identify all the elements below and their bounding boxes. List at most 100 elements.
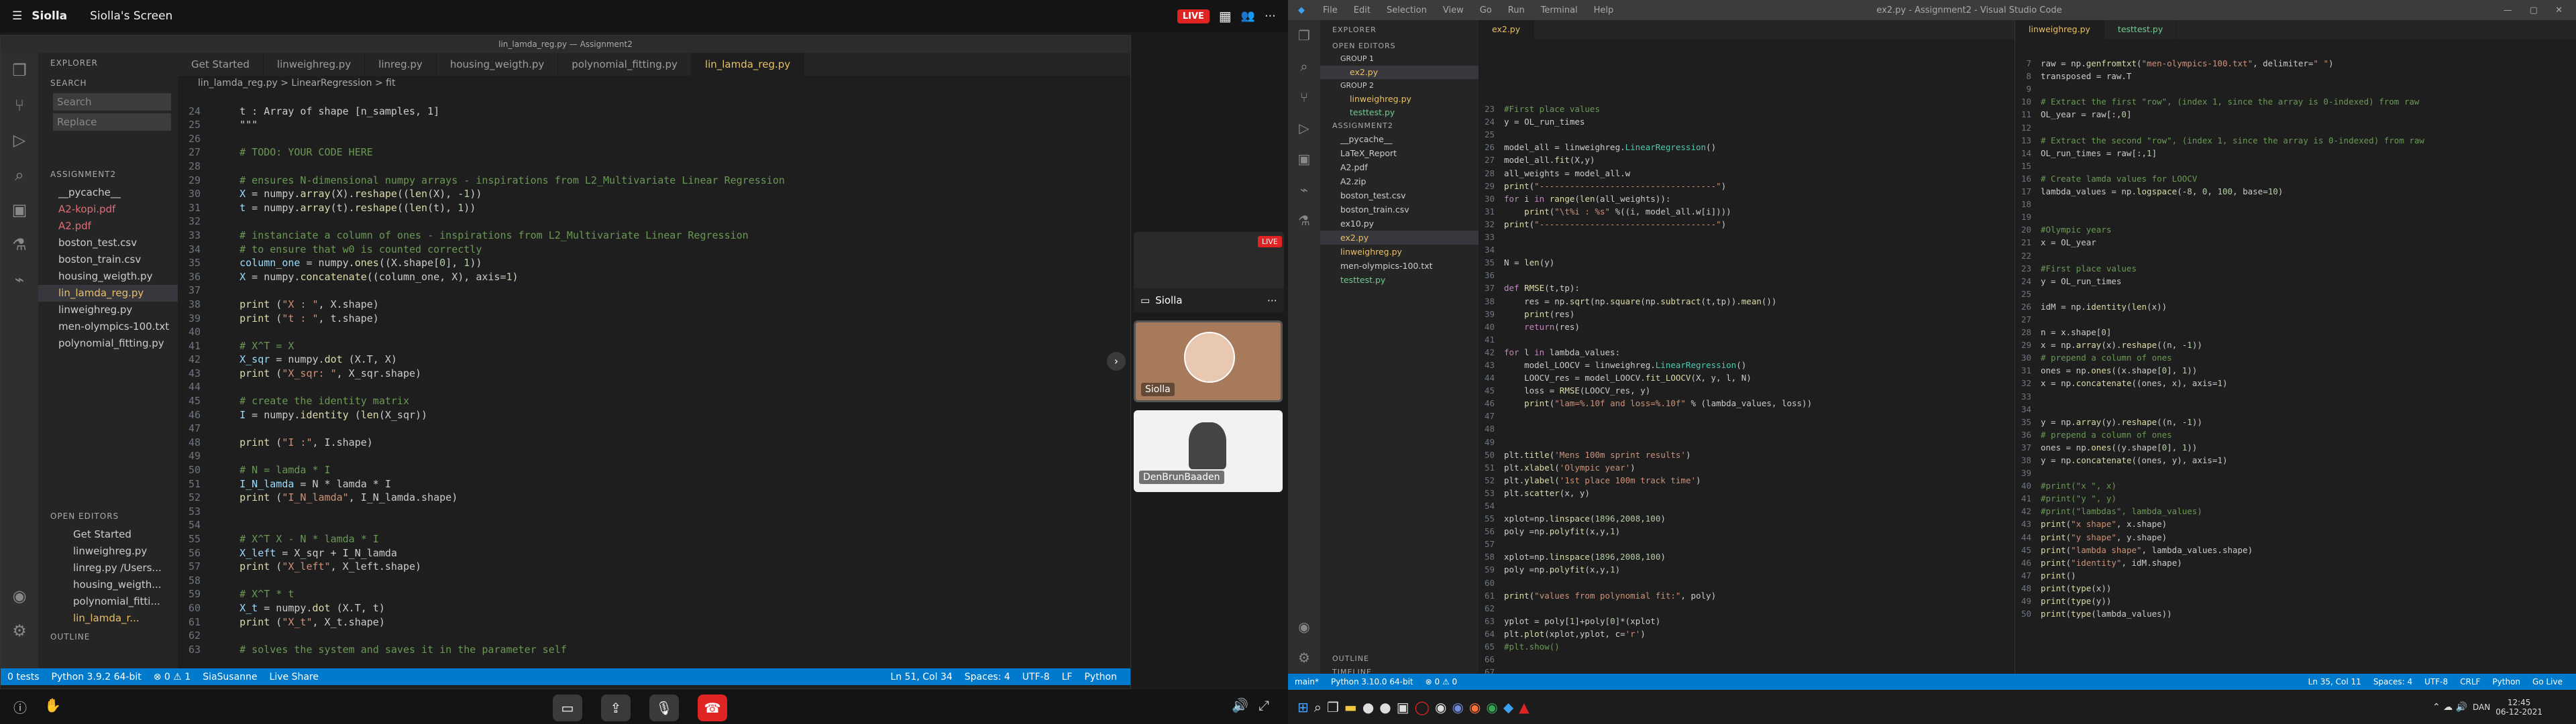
extensions-icon[interactable]: ▣ [1288, 143, 1320, 174]
group-header[interactable]: GROUP 1 [1320, 52, 1479, 66]
open-editor-item[interactable]: linweighreg.py [38, 543, 178, 560]
menu-help[interactable]: Help [1594, 5, 1614, 15]
file-item-active[interactable]: ex2.py [1320, 231, 1479, 245]
replace-input[interactable]: Replace [53, 113, 171, 131]
menu-icon[interactable]: ☰ [12, 9, 22, 23]
language-status[interactable]: Python [1084, 672, 1117, 682]
file-item[interactable]: boston_test.csv [38, 235, 178, 251]
remote-icon[interactable]: ⌁ [1, 262, 38, 297]
live-share-button[interactable]: Live Share [270, 672, 319, 682]
open-editor-item[interactable]: housing_weigth... [38, 577, 178, 593]
hand-icon[interactable]: ✋ [44, 697, 61, 713]
file-item[interactable]: men-olympics-100.txt [38, 318, 178, 335]
eol-status[interactable]: CRLF [2460, 677, 2480, 686]
testing-icon[interactable]: ⚗ [1288, 205, 1320, 236]
folder-header[interactable]: ASSIGNMENT2 [1320, 119, 1479, 132]
settings-icon[interactable]: ⚙ [1, 613, 38, 648]
account-icon[interactable]: ◉ [1288, 611, 1320, 642]
file-item[interactable]: boston_train.csv [38, 251, 178, 268]
open-editor-item[interactable]: testtest.py [1320, 106, 1479, 119]
tile-more-icon[interactable]: ⋯ [1267, 294, 1277, 306]
file-item[interactable]: linweighreg.py [38, 302, 178, 318]
tab[interactable]: polynomial_fitting.py [558, 53, 692, 76]
menu-file[interactable]: File [1323, 5, 1338, 15]
code-editor-right[interactable]: 7 raw = np.genfromtxt("men-olympics-100.t… [2015, 39, 2576, 633]
language-status[interactable]: Python [2492, 677, 2520, 686]
file-item[interactable]: men-olympics-100.txt [1320, 259, 1479, 273]
open-editor-item[interactable]: Get Started [38, 526, 178, 543]
chrome-icon[interactable]: ◉ [1486, 699, 1497, 715]
code-editor[interactable]: 23 #First place values 24 y = OL_run_times… [1479, 39, 2015, 691]
clock[interactable]: 12:45 06-12-2021 [2496, 698, 2542, 717]
open-editors-header[interactable]: OPEN EDITORS [38, 506, 178, 526]
present-button[interactable]: ⇪ [601, 695, 631, 721]
python-version[interactable]: Python 3.10.0 64-bit [1331, 677, 1413, 686]
source-control-icon[interactable]: ⑂ [1288, 82, 1320, 113]
outline-header[interactable]: OUTLINE [38, 627, 178, 647]
run-icon[interactable]: ▷ [1, 123, 38, 158]
menu-edit[interactable]: Edit [1354, 5, 1371, 15]
file-item[interactable]: __pycache__ [38, 184, 178, 201]
run-icon[interactable]: ▷ [1288, 113, 1320, 143]
go-live-button[interactable]: Go Live [2532, 677, 2563, 686]
file-item[interactable]: linweighreg.py [1320, 245, 1479, 259]
file-item[interactable]: housing_weigth.py [38, 268, 178, 285]
problems-status[interactable]: ⊗ 0 ⚠ 1 [154, 672, 191, 682]
app-icon[interactable]: ▣ [1397, 699, 1409, 715]
mic-button[interactable]: 🎙 [649, 695, 679, 721]
tab-active[interactable]: ex2.py [1479, 20, 1535, 39]
discord-icon[interactable]: ◉ [1452, 699, 1463, 715]
files-icon[interactable]: ❐ [1, 53, 38, 88]
vscode-taskbar-icon[interactable]: ◆ [1503, 699, 1513, 715]
file-item[interactable]: A2.zip [1320, 174, 1479, 188]
tab[interactable]: linreg.py [365, 53, 437, 76]
fullscreen-icon[interactable]: ⤢ [1258, 697, 1269, 713]
minimize-icon[interactable]: — [2504, 5, 2512, 15]
more-icon[interactable]: ⋯ [1265, 9, 1276, 23]
settings-icon[interactable]: ⚙ [1288, 642, 1320, 673]
info-icon[interactable]: ⓘ [13, 697, 27, 717]
volume-icon[interactable]: 🔊 [1232, 697, 1248, 713]
encoding-status[interactable]: UTF-8 [1022, 672, 1050, 682]
group-header[interactable]: GROUP 2 [1320, 79, 1479, 93]
open-editor-item[interactable]: polynomial_fitti... [38, 593, 178, 610]
search-icon[interactable]: ⌕ [1, 158, 38, 192]
file-item[interactable]: A2.pdf [38, 218, 178, 235]
user-status[interactable]: SiaSusanne [203, 672, 257, 682]
file-item[interactable]: boston_train.csv [1320, 202, 1479, 217]
opera-icon[interactable]: ◯ [1415, 699, 1430, 715]
search-icon[interactable]: ⌕ [1288, 51, 1320, 82]
problems-status[interactable]: ⊗ 0 ⚠ 0 [1426, 677, 1458, 686]
menu-selection[interactable]: Selection [1387, 5, 1427, 15]
menu-terminal[interactable]: Terminal [1541, 5, 1578, 15]
file-explorer-icon[interactable]: ▬ [1344, 699, 1357, 715]
people-icon[interactable]: 👥 [1241, 9, 1255, 23]
encoding-status[interactable]: UTF-8 [2424, 677, 2448, 686]
search-input[interactable]: Search [53, 93, 171, 111]
python-version[interactable]: Python 3.9.2 64-bit [52, 672, 142, 682]
app-icon[interactable]: ● [1379, 699, 1391, 715]
tab[interactable]: testtest.py [2104, 20, 2178, 39]
grid-icon[interactable]: ▦ [1219, 8, 1232, 24]
indent-status[interactable]: Spaces: 4 [965, 672, 1010, 682]
tab[interactable]: linweighreg.py [264, 53, 366, 76]
file-item[interactable]: LaTeX_Report [1320, 146, 1479, 160]
tab[interactable]: housing_weigth.py [437, 53, 559, 76]
file-item[interactable]: polynomial_fitting.py [38, 335, 178, 352]
tests-status[interactable]: 0 tests [7, 672, 40, 682]
chevron-right-icon[interactable]: › [1107, 352, 1126, 371]
open-editor-item[interactable]: ex2.py [1320, 66, 1479, 79]
tab-active[interactable]: linweighreg.py [2015, 20, 2104, 39]
remote-icon[interactable]: ⌁ [1288, 174, 1320, 205]
file-item[interactable]: A2-kopi.pdf [38, 201, 178, 218]
maximize-icon[interactable]: ▢ [2530, 5, 2538, 15]
code-editor[interactable]: 24 t : Array of shape [n_samples, 1] 25 … [178, 90, 1130, 670]
extensions-icon[interactable]: ▣ [1, 192, 38, 227]
file-item[interactable]: __pycache__ [1320, 132, 1479, 146]
firefox-icon[interactable]: ◉ [1469, 699, 1481, 715]
steam-icon[interactable]: ◉ [1435, 699, 1446, 715]
file-item[interactable]: boston_test.csv [1320, 188, 1479, 202]
language-indicator[interactable]: DAN [2473, 703, 2490, 712]
leave-call-button[interactable]: ☎ [698, 695, 727, 721]
cursor-position[interactable]: Ln 51, Col 34 [890, 672, 952, 682]
